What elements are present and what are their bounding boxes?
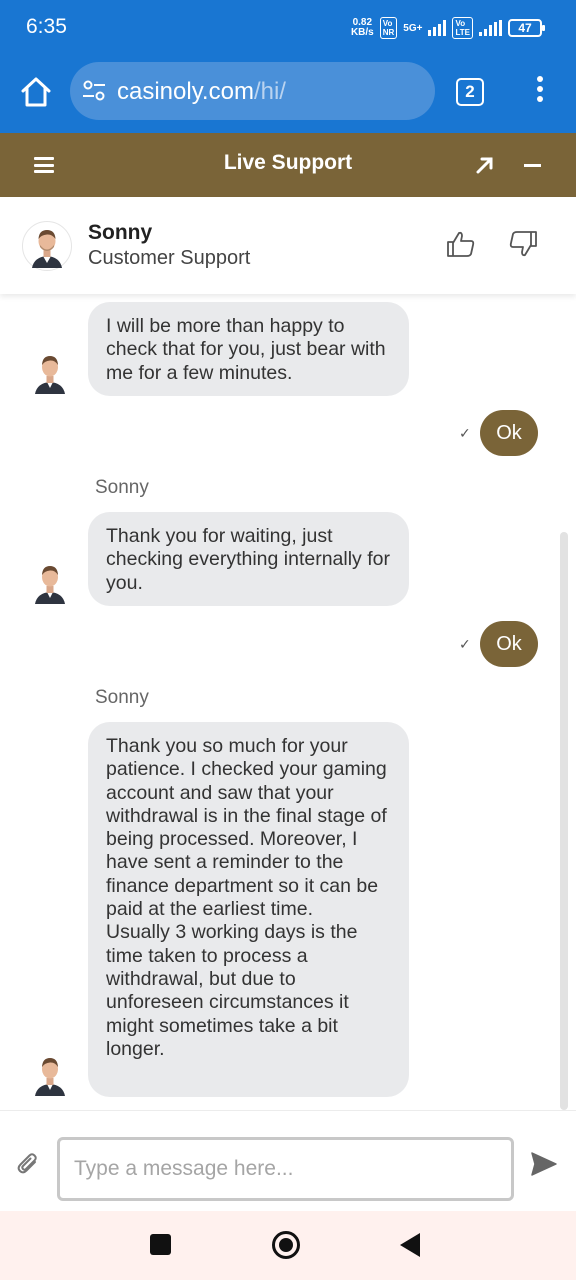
address-bar[interactable]: casinoly.com/hi/ <box>70 62 435 120</box>
tab-switcher-button[interactable]: 2 <box>456 78 484 106</box>
thumbs-down-icon[interactable] <box>508 230 538 258</box>
volte-nr-icon: Vo NR <box>379 17 398 39</box>
home-icon[interactable] <box>18 74 54 110</box>
agent-message: I will be more than happy to check that … <box>88 302 409 396</box>
delivered-check-icon: ✓ <box>459 636 471 652</box>
status-bar: 6:35 0.82 KB/s Vo NR 5G+ Vo LTE 47 <box>0 0 576 58</box>
sender-name: Sonny <box>95 477 149 498</box>
net-speed: 0.82 KB/s <box>350 17 374 38</box>
agent-bar: Sonny Customer Support <box>0 197 576 294</box>
signal-icon <box>428 20 447 36</box>
minimize-icon[interactable] <box>524 164 541 167</box>
browser-toolbar: casinoly.com/hi/ 2 <box>0 58 576 133</box>
agent-avatar-small <box>33 560 67 604</box>
send-icon[interactable] <box>530 1151 558 1177</box>
back-icon[interactable] <box>400 1233 420 1257</box>
delivered-check-icon: ✓ <box>459 425 471 441</box>
agent-avatar <box>22 221 72 271</box>
live-support-header: Live Support <box>0 133 576 197</box>
site-settings-icon[interactable] <box>82 80 106 102</box>
agent-avatar-small <box>33 1052 67 1096</box>
sender-name: Sonny <box>95 687 149 708</box>
clock: 6:35 <box>26 15 67 38</box>
message-input[interactable] <box>57 1137 514 1201</box>
agent-name: Sonny <box>88 221 153 244</box>
battery-icon: 47 <box>508 19 545 37</box>
user-message: Ok <box>480 410 538 456</box>
agent-message: Thank you so much for your patience. I c… <box>88 722 409 1097</box>
paperclip-icon[interactable] <box>16 1151 40 1177</box>
more-options-icon[interactable] <box>530 76 550 110</box>
chat-transcript[interactable]: I will be more than happy to check that … <box>0 294 576 1110</box>
volte-lte-icon: Vo LTE <box>452 17 473 39</box>
agent-avatar-small <box>33 350 67 394</box>
network-type: 5G+ <box>403 22 423 34</box>
url-text: casinoly.com/hi/ <box>117 78 286 105</box>
chat-scrollbar[interactable] <box>560 532 568 1110</box>
signal-icon-2 <box>479 20 502 36</box>
status-icons: 0.82 KB/s Vo NR 5G+ Vo LTE 47 <box>350 17 545 39</box>
agent-role: Customer Support <box>88 247 251 269</box>
user-message: Ok <box>480 621 538 667</box>
recents-icon[interactable] <box>150 1234 171 1255</box>
home-nav-icon[interactable] <box>272 1231 300 1259</box>
system-nav-bar <box>0 1211 576 1280</box>
agent-message: Thank you for waiting, just checking eve… <box>88 512 409 606</box>
thumbs-up-icon[interactable] <box>446 230 476 258</box>
expand-icon[interactable] <box>474 152 496 183</box>
message-composer <box>0 1110 576 1211</box>
